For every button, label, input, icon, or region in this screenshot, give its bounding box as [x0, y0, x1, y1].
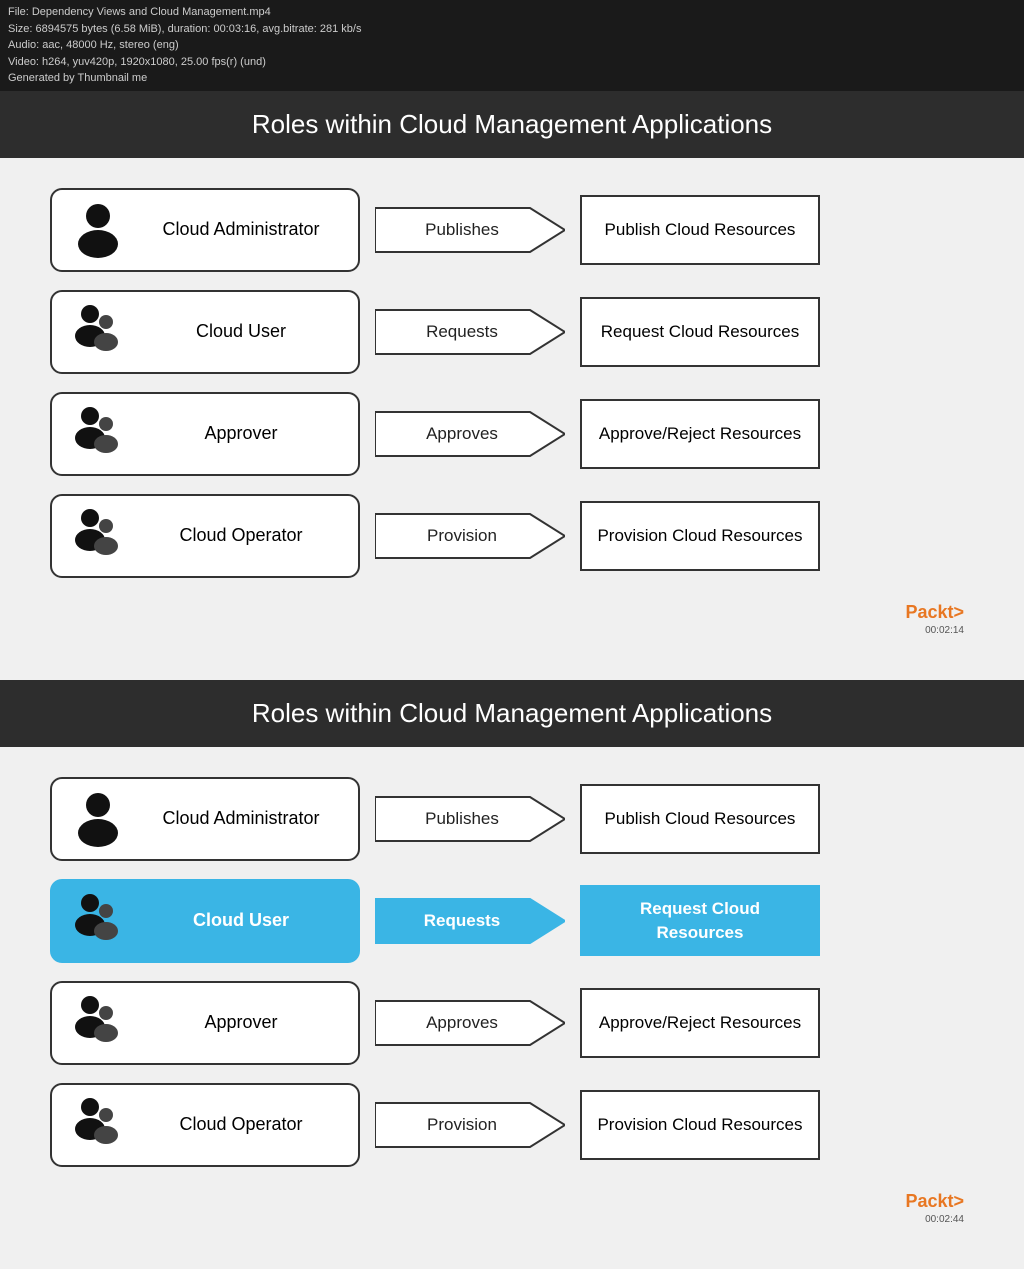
result-box-provision-resources-2: Provision Cloud Resources	[580, 1090, 820, 1160]
result-box-publish-resources-2: Publish Cloud Resources	[580, 784, 820, 854]
result-label-request-1: Request Cloud Resources	[601, 320, 799, 344]
person-icon-approver-2	[68, 993, 128, 1053]
role-label-approver-2: Approver	[140, 1011, 342, 1034]
result-label-request-2: Request Cloud Resources	[596, 897, 804, 945]
person-icon-user-2	[68, 891, 128, 951]
section-1-header: Roles within Cloud Management Applicatio…	[0, 91, 1024, 158]
row-2-3: Approver Approves Approve/Reject Resourc…	[50, 981, 974, 1065]
role-label-cloud-user-2: Cloud User	[140, 909, 342, 932]
arrow-label-publishes-1: Publishes	[425, 220, 515, 240]
row-1-1: Cloud Administrator Publishes Publish Cl…	[50, 188, 974, 272]
role-label-cloud-admin-2: Cloud Administrator	[140, 807, 342, 830]
person-icon-admin-2	[68, 789, 128, 849]
file-info-line5: Generated by Thumbnail me	[8, 70, 1016, 87]
file-info-line1: File: Dependency Views and Cloud Managem…	[8, 4, 1016, 21]
role-box-approver-2: Approver	[50, 981, 360, 1065]
result-label-provision-2: Provision Cloud Resources	[597, 1113, 802, 1137]
arrow-provision-2: Provision	[370, 1099, 570, 1151]
timestamp-2: 00:02:44	[50, 1214, 974, 1229]
section-1: Roles within Cloud Management Applicatio…	[0, 91, 1024, 680]
result-label-publish-2: Publish Cloud Resources	[605, 807, 796, 831]
role-box-cloud-operator-1: Cloud Operator	[50, 494, 360, 578]
person-icon-admin-1	[68, 200, 128, 260]
arrow-label-provision-1: Provision	[427, 526, 513, 546]
row-1-4: Cloud Operator Provision Provision Cloud…	[50, 494, 974, 578]
arrow-shape-approves-2: Approves	[375, 997, 565, 1049]
arrow-shape-provision-1: Provision	[375, 510, 565, 562]
section-2-title: Roles within Cloud Management Applicatio…	[252, 698, 772, 728]
section-2-diagram: Cloud Administrator Publishes Publish Cl…	[0, 747, 1024, 1269]
arrow-approves-1: Approves	[370, 408, 570, 460]
packt-logo-1: Packt>	[50, 596, 974, 625]
arrow-provision-1: Provision	[370, 510, 570, 562]
result-label-provision-1: Provision Cloud Resources	[597, 524, 802, 548]
role-label-cloud-user-1: Cloud User	[140, 320, 342, 343]
role-label-cloud-operator-1: Cloud Operator	[140, 524, 342, 547]
section-1-diagram: Cloud Administrator Publishes Publish Cl…	[0, 158, 1024, 680]
file-info-bar: File: Dependency Views and Cloud Managem…	[0, 0, 1024, 91]
role-label-approver-1: Approver	[140, 422, 342, 445]
arrow-publishes-2: Publishes	[370, 793, 570, 845]
arrow-shape-requests-2: Requests	[375, 895, 565, 947]
row-2-1: Cloud Administrator Publishes Publish Cl…	[50, 777, 974, 861]
role-label-cloud-admin-1: Cloud Administrator	[140, 218, 342, 241]
result-box-request-resources-1: Request Cloud Resources	[580, 297, 820, 367]
role-box-cloud-admin-1: Cloud Administrator	[50, 188, 360, 272]
role-box-cloud-user-1: Cloud User	[50, 290, 360, 374]
arrow-shape-publishes-1: Publishes	[375, 204, 565, 256]
arrow-shape-requests-1: Requests	[375, 306, 565, 358]
section-2-header: Roles within Cloud Management Applicatio…	[0, 680, 1024, 747]
result-box-publish-resources-1: Publish Cloud Resources	[580, 195, 820, 265]
arrow-label-publishes-2: Publishes	[425, 809, 515, 829]
result-label-publish-1: Publish Cloud Resources	[605, 218, 796, 242]
result-box-request-resources-2-highlighted: Request Cloud Resources	[580, 885, 820, 957]
result-box-approve-resources-2: Approve/Reject Resources	[580, 988, 820, 1058]
arrow-requests-1: Requests	[370, 306, 570, 358]
section-1-title: Roles within Cloud Management Applicatio…	[252, 109, 772, 139]
arrow-label-approves-1: Approves	[426, 424, 514, 444]
arrow-publishes-1: Publishes	[370, 204, 570, 256]
row-2-2: Cloud User Requests Request Cloud Resour…	[50, 879, 974, 963]
arrow-label-approves-2: Approves	[426, 1013, 514, 1033]
file-info-line3: Audio: aac, 48000 Hz, stereo (eng)	[8, 37, 1016, 54]
row-2-4: Cloud Operator Provision Provision Cloud…	[50, 1083, 974, 1167]
result-label-approve-2: Approve/Reject Resources	[599, 1011, 801, 1035]
arrow-shape-publishes-2: Publishes	[375, 793, 565, 845]
arrow-shape-approves-1: Approves	[375, 408, 565, 460]
file-info-line2: Size: 6894575 bytes (6.58 MiB), duration…	[8, 21, 1016, 38]
arrow-label-provision-2: Provision	[427, 1115, 513, 1135]
person-icon-operator-2	[68, 1095, 128, 1155]
file-info-line4: Video: h264, yuv420p, 1920x1080, 25.00 f…	[8, 54, 1016, 71]
role-box-approver-1: Approver	[50, 392, 360, 476]
timestamp-1: 00:02:14	[50, 625, 974, 640]
row-1-2: Cloud User Requests Request Cloud Resour…	[50, 290, 974, 374]
arrow-label-requests-1: Requests	[426, 322, 514, 342]
person-icon-approver-1	[68, 404, 128, 464]
person-icon-user-1	[68, 302, 128, 362]
arrow-shape-provision-2: Provision	[375, 1099, 565, 1151]
role-box-cloud-operator-2: Cloud Operator	[50, 1083, 360, 1167]
result-box-approve-resources-1: Approve/Reject Resources	[580, 399, 820, 469]
role-label-cloud-operator-2: Cloud Operator	[140, 1113, 342, 1136]
role-box-cloud-user-2-highlighted: Cloud User	[50, 879, 360, 963]
packt-logo-2: Packt>	[50, 1185, 974, 1214]
person-icon-operator-1	[68, 506, 128, 566]
row-1-3: Approver Approves Approve/Reject Resourc…	[50, 392, 974, 476]
arrow-requests-2: Requests	[370, 895, 570, 947]
result-label-approve-1: Approve/Reject Resources	[599, 422, 801, 446]
arrow-label-requests-2: Requests	[424, 911, 517, 931]
section-2: Roles within Cloud Management Applicatio…	[0, 680, 1024, 1269]
result-box-provision-resources-1: Provision Cloud Resources	[580, 501, 820, 571]
arrow-approves-2: Approves	[370, 997, 570, 1049]
role-box-cloud-admin-2: Cloud Administrator	[50, 777, 360, 861]
